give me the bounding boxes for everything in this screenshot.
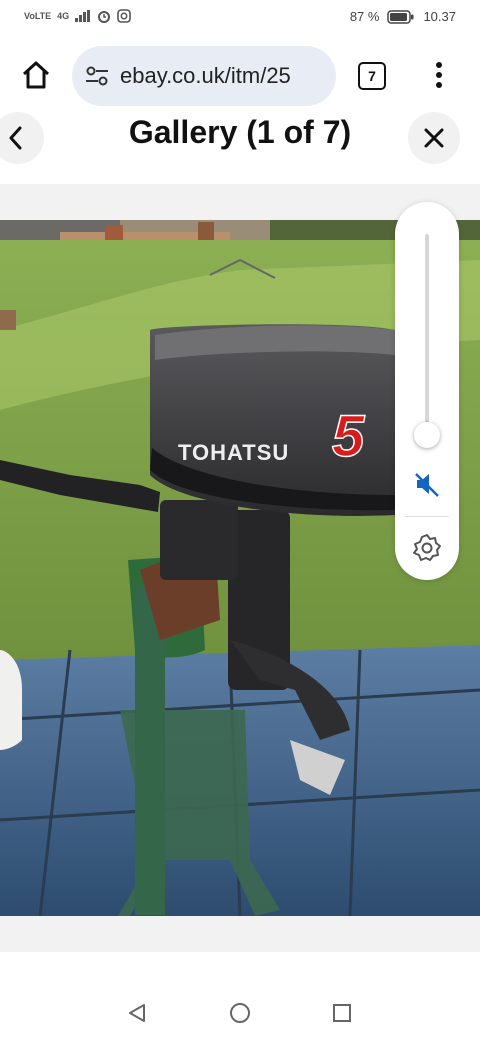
signal-icon (75, 10, 91, 22)
volume-slider-thumb[interactable] (414, 422, 440, 449)
browser-toolbar: ebay.co.uk/itm/25 7 (0, 34, 480, 118)
brand-decal: TOHATSU (178, 440, 289, 465)
system-nav-bar (0, 976, 480, 1040)
site-settings-icon[interactable] (84, 65, 110, 87)
mute-icon[interactable] (411, 468, 443, 500)
gear-icon[interactable] (411, 532, 443, 564)
battery-icon (387, 9, 414, 24)
volume-panel (395, 202, 459, 580)
nav-home-icon[interactable] (229, 1002, 251, 1024)
more-options-icon[interactable] (434, 60, 444, 90)
tab-switcher-button[interactable]: 7 (358, 62, 386, 90)
network-type: 4G (57, 11, 70, 21)
clock: 10.37 (423, 9, 456, 24)
home-icon[interactable] (20, 59, 52, 91)
nav-recents-icon[interactable] (332, 1003, 352, 1023)
close-icon (424, 128, 444, 148)
nav-back-icon[interactable] (126, 1002, 148, 1024)
volume-slider-track[interactable] (425, 234, 429, 448)
url-text: ebay.co.uk/itm/25 (120, 63, 291, 88)
address-bar[interactable]: ebay.co.uk/itm/25 (72, 46, 336, 106)
gallery-bottom-gap (0, 916, 480, 952)
status-bar: VoLTE 4G 87 % 10.37 (0, 0, 480, 34)
close-button[interactable] (408, 112, 460, 164)
model-decal: 5 (332, 404, 365, 469)
battery-percent: 87 % (349, 9, 380, 24)
alarm-icon (98, 11, 111, 23)
volte-icon: VoLTE (24, 11, 52, 21)
gallery-header: Gallery (1 of 7) (0, 112, 480, 184)
instagram-icon (117, 9, 131, 23)
volume-divider (405, 516, 449, 517)
